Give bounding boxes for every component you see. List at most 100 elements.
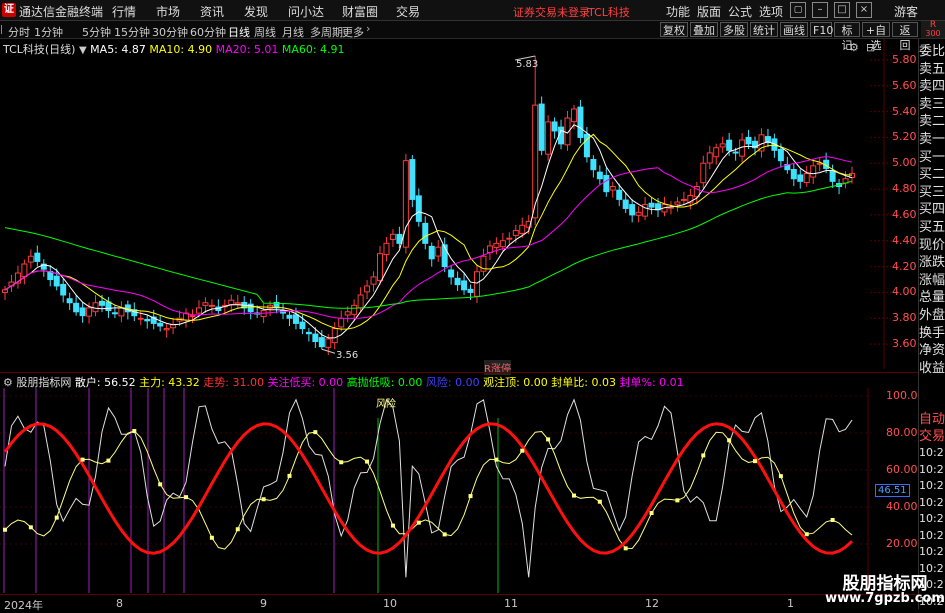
sidebar-item-12[interactable]: 涨跌 (919, 255, 945, 270)
period-tab-6[interactable]: 日线 (228, 24, 250, 40)
main-force-dot-20 (132, 429, 137, 434)
right-menu-item-4[interactable]: 游客 (894, 3, 918, 20)
ma-value-3: MA60: 4.91 (278, 43, 345, 56)
candle-body-67 (435, 246, 442, 257)
main-force-dot-48 (313, 430, 318, 435)
sidebar-item-17[interactable]: 净资 (919, 343, 945, 358)
right-menu-item-0[interactable]: 功能 (666, 3, 690, 20)
period-tab-8[interactable]: 月线 (282, 24, 304, 40)
main-force-dot-68 (442, 532, 447, 537)
menu-item-6[interactable]: 交易 (396, 3, 420, 20)
collapse-icon[interactable]: ⊟ (866, 41, 875, 54)
sidebar-item-15[interactable]: 外盘 (919, 308, 945, 323)
period-tab-5[interactable]: 60分钟 (190, 24, 226, 40)
tool-button-6[interactable]: 标记 (834, 22, 860, 52)
candle-body-89 (577, 106, 584, 138)
candle-body-18 (118, 307, 125, 317)
candle-body-123 (797, 174, 804, 182)
chevron-right-icon[interactable]: › (366, 22, 370, 35)
period-tab-0[interactable]: 分时 (8, 24, 30, 40)
time-label-5: 12 (645, 597, 659, 610)
sidebar-item-10[interactable]: 买五 (919, 220, 945, 235)
minimize-icon[interactable]: – (812, 2, 828, 18)
sidebar-item-11[interactable]: 现价 (919, 238, 945, 253)
sidebar-bottom-3: 10:21 (919, 462, 945, 476)
period-tab-1[interactable]: 1分钟 (34, 24, 63, 40)
candle-body-115 (745, 136, 752, 145)
menu-item-0[interactable]: 行情 (112, 3, 136, 20)
sidebar-bottom-5: 10:21 (919, 495, 945, 509)
candle-body-11 (73, 302, 80, 313)
menu-item-3[interactable]: 发现 (244, 3, 268, 20)
price-tick-1: 5.60 (892, 78, 917, 92)
price-tick-10: 3.80 (892, 311, 917, 325)
candle-body-21 (137, 317, 144, 320)
candlestick-chart[interactable] (0, 39, 920, 369)
sidebar-item-9[interactable]: 买四 (919, 202, 945, 217)
menu-item-4[interactable]: 问小达 (288, 3, 324, 20)
sidebar-item-18[interactable]: 收益 (919, 361, 945, 376)
current-indicator-value: 46.51 (875, 484, 910, 497)
menu-item-5[interactable]: 财富圈 (342, 3, 378, 20)
right-menu-item-2[interactable]: 公式 (728, 3, 752, 20)
menu-item-2[interactable]: 资讯 (200, 3, 224, 20)
chart-legend: TCL科技(日线) ▼ MA5: 4.87 MA10: 4.90 MA20: 5… (3, 41, 345, 57)
menu-item-1[interactable]: 市场 (156, 3, 180, 20)
sidebar-item-14[interactable]: 总量 (919, 290, 945, 305)
main-force-dot-100 (649, 511, 654, 516)
tool-button-7[interactable]: +自选 (862, 22, 890, 52)
period-tab-10[interactable]: 更多 (342, 24, 364, 40)
right-menu-item-1[interactable]: 版面 (697, 3, 721, 20)
sidebar-item-16[interactable]: 换手 (919, 326, 945, 341)
sidebar-item-5[interactable]: 卖一 (919, 132, 945, 147)
low-price-label: 3.56 (336, 350, 359, 361)
candle-body-9 (60, 283, 67, 296)
main-force-dot-24 (158, 482, 163, 487)
tool-button-1[interactable]: 叠加 (690, 22, 718, 37)
candle-body-88 (570, 108, 577, 123)
settings-icon[interactable]: ⚙ (849, 41, 859, 54)
candle-body-61 (396, 233, 403, 244)
tool-button-2[interactable]: 多股 (720, 22, 748, 37)
tool-button-5[interactable]: F10 (810, 22, 833, 37)
main-force-dot-64 (416, 520, 421, 525)
price-tick-6: 4.60 (892, 207, 917, 221)
period-tab-4[interactable]: 30分钟 (152, 24, 188, 40)
ma-line-60 (4, 180, 853, 309)
tool-button-0[interactable]: 复权 (660, 22, 688, 37)
period-tab-7[interactable]: 周线 (254, 24, 276, 40)
dropdown-icon[interactable]: ▼ (79, 45, 87, 56)
sidebar-item-13[interactable]: 涨幅 (919, 273, 945, 288)
period-tab-2[interactable]: 5分钟 (82, 24, 111, 40)
indicator-chart[interactable] (0, 388, 872, 593)
sidebar-item-3[interactable]: 卖三 (919, 97, 945, 112)
candle-body-16 (105, 301, 112, 311)
sidebar-item-1[interactable]: 卖五 (919, 62, 945, 77)
main-force-dot-0 (3, 527, 7, 532)
main-force-dot-44 (287, 473, 292, 478)
tool-button-4[interactable]: 画线 (780, 22, 808, 37)
sidebar-item-6[interactable]: 买一 (919, 150, 945, 165)
login-notice[interactable]: 证券交易未登录 (513, 4, 590, 20)
sidebar-item-4[interactable]: 卖二 (919, 114, 945, 129)
maximize-icon[interactable]: □ (834, 2, 850, 18)
candle-body-124 (803, 173, 810, 184)
main-force-dot-28 (184, 495, 189, 500)
right-menu-item-3[interactable]: 选项 (759, 3, 783, 20)
sidebar-item-8[interactable]: 买三 (919, 185, 945, 200)
close-icon[interactable]: × (856, 2, 872, 18)
sidebar-bottom-8: 10:21 (919, 545, 945, 558)
price-tick-9: 4.00 (892, 285, 917, 299)
period-tab-9[interactable]: 多周期 (310, 24, 343, 40)
period-tab-3[interactable]: 15分钟 (114, 24, 150, 40)
high-price-label: 5.83 (516, 59, 539, 70)
restore-icon[interactable]: ▢ (790, 2, 806, 18)
sidebar-bottom-6: 10:21 (919, 512, 945, 525)
tool-button-8[interactable]: 返回 (892, 22, 918, 52)
sidebar-item-2[interactable]: 卖四 (919, 79, 945, 94)
sidebar-item-0[interactable]: 委比 (919, 44, 945, 59)
main-force-dot-72 (468, 494, 473, 499)
tool-button-3[interactable]: 统计 (750, 22, 778, 37)
sidebar-item-7[interactable]: 买二 (919, 167, 945, 182)
candle-body-14 (92, 302, 99, 313)
